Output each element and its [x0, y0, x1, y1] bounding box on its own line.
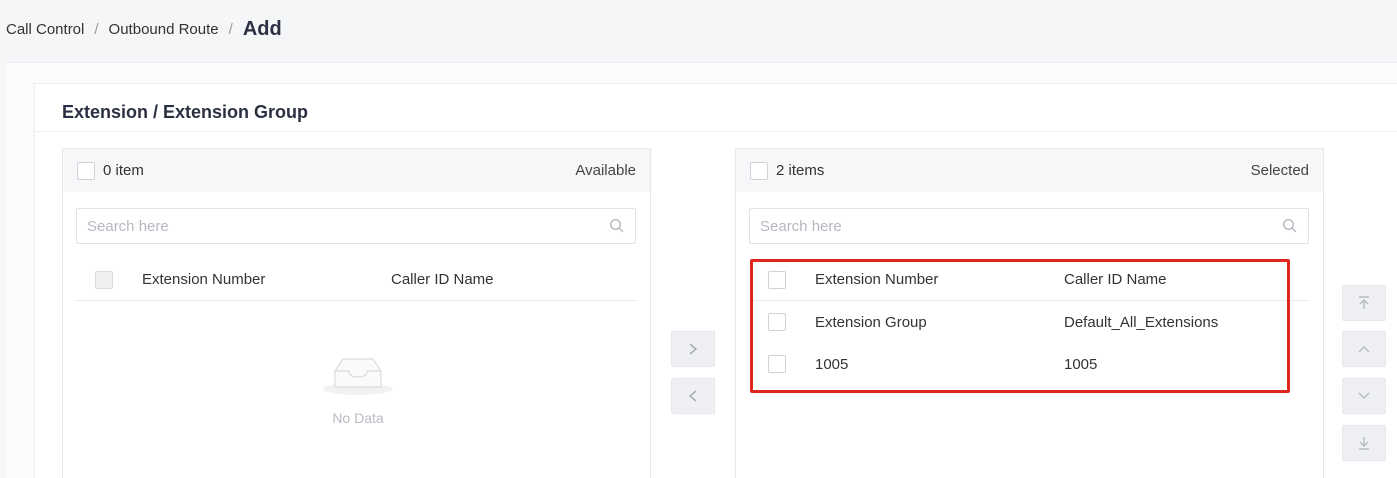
selected-table: Extension Number Caller ID Name Extensio…: [749, 259, 1309, 385]
move-up-icon: [1358, 346, 1370, 353]
row-caller-id-name: Default_All_Extensions: [1064, 313, 1219, 331]
available-search: [76, 208, 636, 244]
column-extension-number: Extension Number: [815, 271, 939, 288]
search-icon[interactable]: [1282, 218, 1298, 234]
chevron-right-icon: [689, 343, 698, 355]
column-caller-id-name: Caller ID Name: [1064, 271, 1167, 288]
move-to-selected-button[interactable]: [671, 331, 715, 367]
empty-inbox-icon: [323, 358, 393, 395]
breadcrumb-call-control[interactable]: Call Control: [6, 21, 84, 38]
move-bottom-button[interactable]: [1342, 425, 1386, 461]
breadcrumb: Call Control / Outbound Route / Add: [6, 15, 282, 43]
row-caller-id-name: 1005: [1064, 355, 1098, 373]
move-down-icon: [1358, 392, 1370, 399]
chevron-left-icon: [688, 390, 697, 402]
available-panel: 0 item Available Extension Number Caller…: [62, 148, 651, 478]
selected-panel-header: 2 items Selected: [736, 149, 1323, 192]
breadcrumb-separator: /: [228, 20, 233, 38]
available-label: Available: [575, 162, 636, 179]
move-down-button[interactable]: [1342, 378, 1386, 414]
breadcrumb-separator: /: [94, 20, 99, 38]
row-checkbox[interactable]: [768, 355, 786, 373]
column-extension-number: Extension Number: [142, 271, 266, 288]
table-row[interactable]: Extension Group Default_All_Extensions: [749, 301, 1309, 343]
selected-select-all-checkbox[interactable]: [750, 161, 768, 180]
row-extension-number: Extension Group: [815, 313, 927, 331]
column-caller-id-name: Caller ID Name: [391, 271, 494, 288]
move-top-icon: [1359, 296, 1369, 309]
move-top-button[interactable]: [1342, 285, 1386, 321]
selected-label: Selected: [1250, 162, 1309, 179]
move-to-available-button[interactable]: [671, 378, 715, 414]
available-panel-header: 0 item Available: [63, 149, 650, 192]
empty-label: No Data: [332, 410, 384, 426]
divider: [35, 131, 1397, 132]
search-icon[interactable]: [609, 218, 625, 234]
selected-panel: 2 items Selected Extension Number Caller…: [735, 148, 1324, 478]
move-up-button[interactable]: [1342, 331, 1386, 367]
selected-count: 2 items: [776, 162, 825, 179]
table-row[interactable]: 1005 1005: [749, 343, 1309, 385]
available-table: Extension Number Caller ID Name: [76, 259, 636, 301]
table-header: Extension Number Caller ID Name: [749, 259, 1309, 301]
available-count: 0 item: [103, 162, 144, 179]
breadcrumb-outbound-route[interactable]: Outbound Route: [109, 21, 219, 38]
selected-search: [749, 208, 1309, 244]
available-header-checkbox: [95, 270, 113, 289]
row-checkbox[interactable]: [768, 313, 786, 331]
move-bottom-icon: [1359, 437, 1369, 450]
page-title: Add: [242, 17, 282, 40]
available-search-input[interactable]: [87, 217, 609, 235]
table-header: Extension Number Caller ID Name: [76, 259, 636, 301]
row-extension-number: 1005: [815, 355, 849, 373]
selected-header-checkbox[interactable]: [768, 270, 786, 289]
available-select-all-checkbox[interactable]: [77, 161, 95, 180]
empty-state: No Data: [313, 349, 403, 426]
selected-search-input[interactable]: [760, 217, 1282, 235]
section-title: Extension / Extension Group: [62, 102, 309, 122]
